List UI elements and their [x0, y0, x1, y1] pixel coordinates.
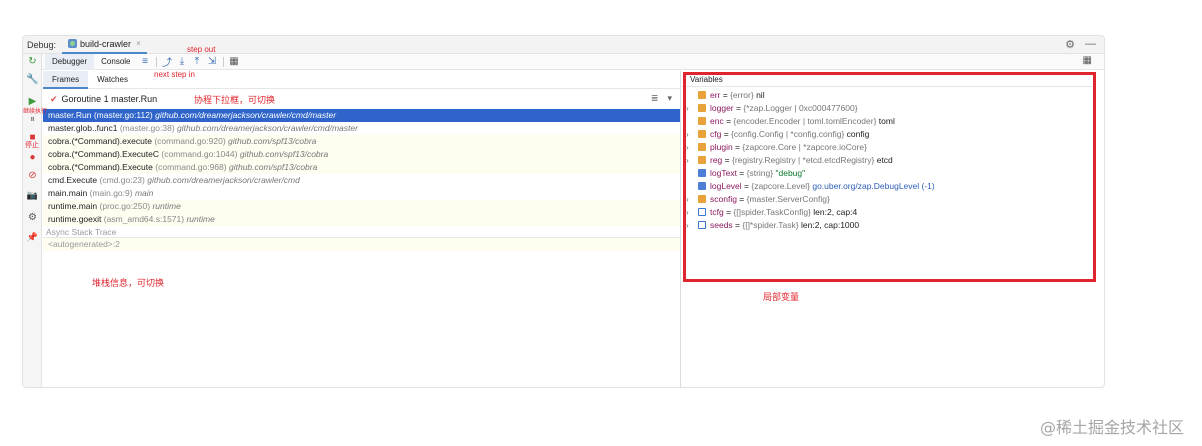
annotation-thread-dropdown: 协程下拉框，可切换 — [194, 95, 276, 105]
settings-icon[interactable]: ⚙ — [23, 212, 42, 223]
debug-label: Debug: — [27, 39, 57, 50]
run-config-tab[interactable]: build-crawler × — [62, 36, 147, 54]
tab-debugger[interactable]: Debugger — [45, 53, 95, 70]
frames-tabs: Frames Watches — [43, 70, 680, 89]
frame-row[interactable]: cmd.Execute (cmd.go:23) github.com/dream… — [43, 174, 680, 187]
close-tab-icon[interactable]: × — [136, 39, 141, 48]
frame-row[interactable]: cobra.(*Command).Execute (command.go:968… — [43, 161, 680, 174]
run-to-cursor-icon[interactable]: ⇲ — [205, 56, 220, 67]
autogenerated-frame[interactable]: <autogenerated>:2 — [43, 238, 680, 251]
minimize-icon[interactable]: — — [1085, 38, 1096, 51]
thread-label: Goroutine 1 master.Run — [61, 94, 158, 104]
annotation-next-step-in: next step in — [154, 70, 195, 79]
rerun-icon[interactable]: ↻ — [23, 56, 42, 67]
annotation-continue: 继续执行 — [23, 109, 48, 115]
chevron-down-icon[interactable]: ▾ — [667, 93, 672, 104]
show-execution-point-icon[interactable]: ≡ — [138, 56, 153, 67]
run-config-name: build-crawler — [80, 38, 132, 49]
mute-breakpoints-icon[interactable]: ⊘ — [23, 170, 42, 181]
frame-row[interactable]: master.Run (master.go:112) github.com/dr… — [43, 109, 680, 122]
tab-frames[interactable]: Frames — [43, 70, 89, 89]
debug-toolbar: Debugger Console ≡ ⤴ ⤓ ⤒ ⇲ ▦ ▦ — [23, 53, 1104, 70]
gear-icon[interactable]: ⚙ — [1065, 38, 1075, 51]
layout-settings-icon[interactable]: ▦ — [1083, 55, 1092, 66]
evaluate-expression-icon[interactable]: ▦ — [227, 56, 242, 67]
go-config-icon — [68, 39, 78, 48]
watermark: @稀土掘金技术社区 — [1039, 418, 1184, 437]
frame-row[interactable]: cobra.(*Command).execute (command.go:920… — [43, 135, 680, 148]
check-icon: ✔ — [50, 93, 58, 104]
toolbar-separator — [155, 56, 157, 67]
frame-row[interactable]: master.glob..func1 (master.go:38) github… — [43, 122, 680, 135]
filter-icon[interactable]: ≣ — [651, 93, 659, 104]
thread-selector[interactable]: ✔ Goroutine 1 master.Run ≣ ▾ — [43, 90, 680, 108]
wrench-icon[interactable]: 🔧 — [23, 74, 42, 85]
pin-icon[interactable]: 📌 — [23, 232, 42, 243]
debug-header: Debug: build-crawler × ⚙ — — [23, 36, 1104, 54]
pause-icon[interactable]: ⏸ — [23, 114, 42, 125]
frame-row[interactable]: main.main (main.go:9) main — [43, 187, 680, 200]
step-out-icon[interactable]: ⤒ — [190, 56, 205, 67]
debug-left-strip: ↻ 🔧 ▶ ⏸ ■ ● ⊘ 📷 ⚙ 📌 — [23, 54, 42, 387]
annotation-stack-info: 堆栈信息，可切换 — [92, 278, 165, 288]
annotation-local-vars: 局部变量 — [763, 292, 800, 302]
frame-row[interactable]: runtime.goexit (asm_amd64.s:1571) runtim… — [43, 213, 680, 226]
panel-divider[interactable] — [680, 71, 681, 387]
step-over-icon[interactable]: ⤴ — [160, 54, 175, 69]
debug-window: Debug: build-crawler × ⚙ — Debugger Cons… — [22, 35, 1105, 388]
async-stack-trace-header: Async Stack Trace — [43, 226, 680, 238]
step-into-icon[interactable]: ⤓ — [175, 56, 190, 67]
toolbar-separator — [222, 56, 224, 67]
tab-console[interactable]: Console — [94, 54, 137, 70]
frame-row[interactable]: runtime.main (proc.go:250) runtime — [43, 200, 680, 213]
breakpoints-icon[interactable]: ● — [23, 152, 42, 163]
frames-list: master.Run (master.go:112) github.com/dr… — [43, 109, 680, 251]
annotation-step-out: step out — [187, 45, 216, 54]
annotation-stop: 停止 — [25, 142, 39, 149]
frame-row[interactable]: cobra.(*Command).ExecuteC (command.go:10… — [43, 148, 680, 161]
tab-watches[interactable]: Watches — [88, 71, 137, 89]
snapshot-icon[interactable]: 📷 — [23, 190, 42, 201]
variables-highlight-box — [683, 72, 1096, 282]
